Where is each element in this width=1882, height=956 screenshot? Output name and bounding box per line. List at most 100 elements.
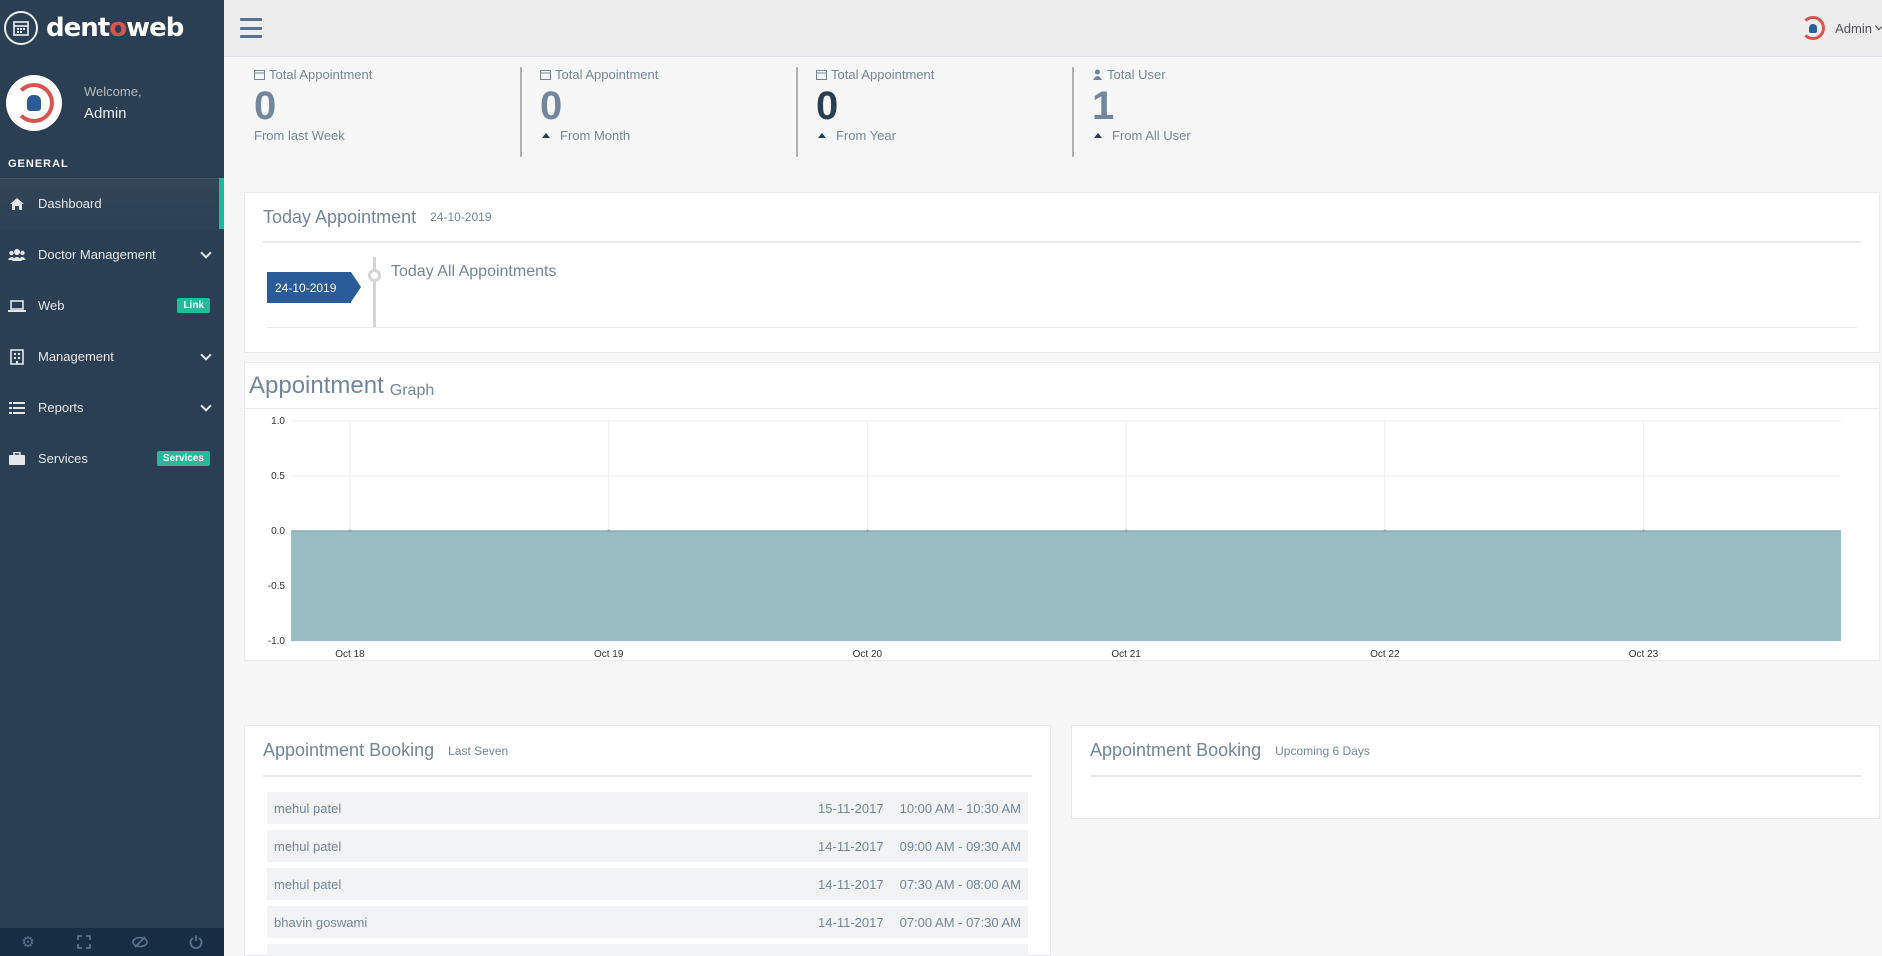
- calendar-icon: [540, 70, 551, 80]
- caret-up-icon: [542, 133, 550, 138]
- stat-label: Total Appointment: [555, 67, 659, 82]
- booking-upcoming-panel: Appointment Booking Upcoming 6 Days: [1071, 725, 1880, 819]
- stat-tile-users: Total User 1 From All User: [1072, 67, 1348, 157]
- menu-toggle-icon[interactable]: [240, 18, 262, 38]
- panel-title: Today Appointment: [263, 206, 417, 227]
- x-tick-label: Oct 18: [335, 649, 365, 659]
- stat-label: Total Appointment: [831, 67, 935, 82]
- sidebar-item-dashboard[interactable]: Dashboard: [0, 178, 224, 229]
- stat-count: 1: [1092, 84, 1115, 128]
- list-item[interactable]: mehul patel 15-11-2017 10:00 AM - 10:30 …: [267, 792, 1028, 824]
- timeline-date-tag: 24-10-2019: [267, 272, 361, 303]
- y-tick-label: 1.0: [271, 416, 285, 427]
- booking-date: 14-11-2017: [818, 876, 884, 892]
- list-item[interactable]: [267, 944, 1028, 956]
- laptop-icon: [8, 298, 26, 314]
- chevron-down-icon: [1874, 21, 1882, 31]
- panel-title: Appointment Booking: [263, 740, 435, 760]
- stat-period: From last Week: [254, 128, 345, 143]
- home-icon: [8, 196, 26, 212]
- services-badge: Services: [156, 451, 210, 466]
- fullscreen-icon[interactable]: [56, 928, 112, 956]
- chevron-down-icon: [200, 246, 212, 259]
- calendar-icon: [4, 11, 38, 45]
- today-appointment-panel: Today Appointment 24-10-2019 24-10-2019 …: [244, 192, 1880, 353]
- calendar-icon: [816, 70, 827, 80]
- sidebar-item-reports[interactable]: Reports: [0, 382, 224, 433]
- avatar: [6, 75, 62, 131]
- y-tick-label: 0.0: [271, 526, 285, 537]
- stat-period: From Year: [836, 128, 896, 143]
- sidebar-footer: ⚙: [0, 928, 224, 956]
- caret-up-icon: [818, 133, 826, 138]
- brand-logo[interactable]: dentoweb: [0, 0, 224, 56]
- top-navbar: Admin: [224, 0, 1882, 57]
- eye-slash-icon[interactable]: [112, 928, 168, 956]
- user-menu[interactable]: Admin: [1801, 16, 1882, 40]
- menu-section-title: GENERAL: [8, 158, 69, 170]
- list-item[interactable]: mehul patel 14-11-2017 09:00 AM - 09:30 …: [267, 830, 1028, 862]
- graph-subtitle: Graph: [389, 382, 435, 399]
- appointment-graph-panel: Appointment Graph 1.0 0.5 0.0 -0.5 -1.0 Oct 1…: [244, 362, 1880, 661]
- data-point: [865, 529, 869, 533]
- stat-count: 0: [816, 84, 839, 128]
- sidebar-item-web[interactable]: Web Link: [0, 280, 224, 331]
- settings-icon[interactable]: ⚙: [0, 928, 56, 956]
- data-point: [348, 529, 352, 533]
- users-icon: [8, 247, 26, 263]
- welcome-text: Welcome,: [84, 84, 142, 99]
- list-item[interactable]: bhavin goswami 14-11-2017 07:00 AM - 07:…: [267, 906, 1028, 938]
- appointment-chart: 1.0 0.5 0.0 -0.5 -1.0 Oct 18 Oct 19 Oct 20 Oct 2…: [268, 416, 1841, 659]
- graph-title: Appointment: [249, 372, 384, 399]
- booking-list: mehul patel 15-11-2017 10:00 AM - 10:30 …: [245, 777, 1050, 956]
- y-tick-label: -0.5: [268, 581, 286, 592]
- x-tick-label: Oct 23: [1629, 649, 1659, 659]
- logout-icon[interactable]: [168, 928, 224, 956]
- data-point: [607, 529, 611, 533]
- stat-label: Total User: [1107, 67, 1166, 82]
- chevron-down-icon: [200, 399, 212, 412]
- user-name: Admin: [1835, 20, 1872, 36]
- booking-time: 09:00 AM - 09:30 AM: [899, 838, 1021, 854]
- series-area: [291, 531, 1841, 641]
- list-item[interactable]: mehul patel 14-11-2017 07:30 AM - 08:00 …: [267, 868, 1028, 900]
- x-tick-label: Oct 21: [1111, 649, 1141, 659]
- building-icon: [8, 348, 26, 365]
- booking-date: 14-11-2017: [818, 838, 884, 854]
- data-point: [1642, 529, 1645, 533]
- booking-date: 14-11-2017: [818, 914, 884, 930]
- x-tick-label: Oct 20: [853, 649, 883, 659]
- list-icon: [8, 400, 26, 416]
- panel-date: 24-10-2019: [430, 210, 492, 224]
- sidebar: dentoweb Welcome, Admin GENERAL Dashboar…: [0, 0, 224, 956]
- sidebar-item-doctor-management[interactable]: Doctor Management: [0, 229, 224, 280]
- stat-count: 0: [254, 84, 277, 128]
- y-tick-label: 0.5: [271, 471, 285, 482]
- link-badge: Link: [177, 298, 210, 313]
- booking-date: 15-11-2017: [818, 800, 884, 816]
- sidebar-item-services[interactable]: Services Services: [0, 433, 224, 484]
- caret-up-icon: [1094, 133, 1102, 138]
- x-tick-label: Oct 22: [1370, 649, 1400, 659]
- patient-name: bhavin goswami: [274, 914, 368, 930]
- booking-last-seven-panel: Appointment Booking Last Seven mehul pat…: [244, 725, 1051, 956]
- booking-time: 07:30 AM - 08:00 AM: [899, 876, 1021, 892]
- stat-tile-week: Total Appointment 0 From last Week: [244, 67, 520, 157]
- tooth-icon: [27, 95, 41, 111]
- panel-subtitle: Upcoming 6 Days: [1275, 743, 1370, 758]
- briefcase-icon: [8, 451, 26, 467]
- timeline-entry[interactable]: Today All Appointments: [391, 263, 556, 281]
- stats-tiles: Total Appointment 0 From last Week Total…: [244, 67, 1348, 157]
- patient-name: mehul patel: [274, 800, 342, 816]
- stat-count: 0: [540, 84, 563, 128]
- main-content: Total Appointment 0 From last Week Total…: [224, 57, 1882, 956]
- welcome-user: Admin: [84, 105, 127, 122]
- patient-name: mehul patel: [274, 876, 342, 892]
- booking-time: 07:00 AM - 07:30 AM: [899, 914, 1021, 930]
- user-avatar: [1801, 16, 1826, 40]
- y-tick-label: -1.0: [268, 636, 286, 647]
- sidebar-item-management[interactable]: Management: [0, 331, 224, 382]
- data-point: [1383, 529, 1387, 533]
- timeline: 24-10-2019 Today All Appointments: [267, 243, 1857, 328]
- patient-name: mehul patel: [274, 838, 342, 854]
